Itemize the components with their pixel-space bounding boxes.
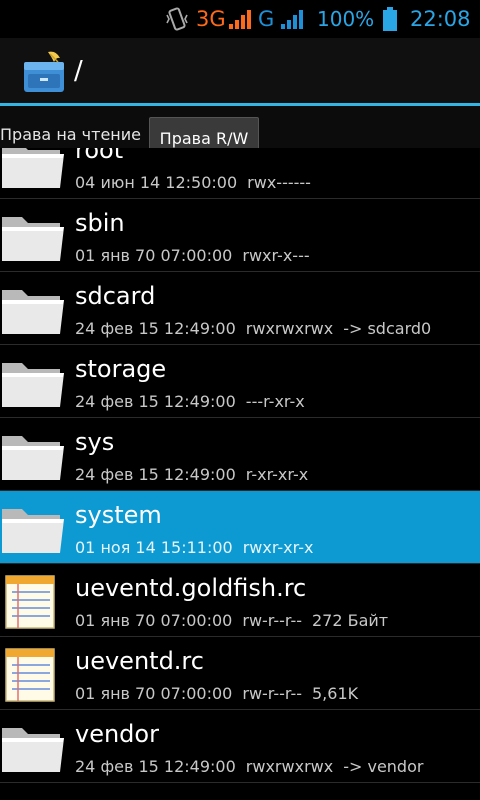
file-meta: 24 фев 15 12:49:00 r-xr-xr-x	[75, 465, 318, 484]
folder-icon	[0, 207, 66, 265]
status-bar: 3G G 100% 22:08	[0, 0, 480, 38]
file-date: 01 янв 70 07:00:00	[75, 246, 233, 265]
file-date: 01 янв 70 07:00:00	[75, 684, 233, 703]
signal-3g-icon	[228, 0, 252, 38]
text-file-icon	[0, 572, 66, 630]
file-list[interactable]: root 04 июн 14 12:50:00 rwx------ sbin 01 я…	[0, 148, 480, 800]
file-row[interactable]: ueventd.goldfish.rc 01 янв 70 07:00:00 rw-…	[0, 564, 480, 637]
file-row[interactable]: sbin 01 янв 70 07:00:00 rwxr-x---	[0, 199, 480, 272]
battery-percent: 100%	[317, 7, 375, 31]
file-meta: 24 фев 15 12:49:00 rwxrwxrwx -> vendor	[75, 757, 433, 776]
file-name: sbin	[75, 209, 125, 237]
network-3g-label: 3G	[196, 7, 226, 31]
file-name: root	[75, 148, 124, 164]
file-permissions: rwxr-xr-x	[242, 538, 314, 557]
file-permissions: rwxr-x---	[242, 246, 310, 265]
file-name: system	[75, 501, 162, 529]
network-g-label: G	[258, 7, 275, 31]
file-extra: 5,61K	[312, 684, 359, 703]
file-date: 04 июн 14 12:50:00	[75, 173, 238, 192]
folder-icon	[0, 718, 66, 776]
file-meta: 24 фев 15 12:49:00 rwxrwxrwx -> sdcard0	[75, 319, 441, 338]
file-extra: -> sdcard0	[343, 319, 432, 338]
signal-g-icon	[280, 0, 304, 38]
battery-icon	[382, 0, 398, 38]
file-row[interactable]: vendor 24 фев 15 12:49:00 rwxrwxrwx -> vend…	[0, 710, 480, 783]
file-name: vendor	[75, 720, 159, 748]
file-date: 24 фев 15 12:49:00	[75, 465, 236, 484]
clock: 22:08	[410, 7, 471, 31]
file-permissions: rwxrwxrwx	[245, 319, 334, 338]
file-row[interactable]: sdcard 24 фев 15 12:49:00 rwxrwxrwx -> sdca…	[0, 272, 480, 345]
file-permissions: r-xr-xr-x	[245, 465, 309, 484]
file-permissions: rw-r--r--	[242, 611, 302, 630]
file-row[interactable]: system 01 ноя 14 15:11:00 rwxr-xr-x	[0, 491, 480, 564]
file-extra: -> vendor	[343, 757, 424, 776]
file-date: 24 фев 15 12:49:00	[75, 392, 236, 411]
folder-icon	[0, 148, 66, 192]
folder-icon	[0, 426, 66, 484]
file-row[interactable]: root 04 июн 14 12:50:00 rwx------	[0, 148, 480, 199]
file-name: ueventd.rc	[75, 647, 204, 675]
vibrate-icon	[164, 0, 190, 38]
file-name: storage	[75, 355, 167, 383]
file-row[interactable]: ueventd.rc 01 янв 70 07:00:00 rw-r--r-- 5,6…	[0, 637, 480, 710]
file-meta: 01 янв 70 07:00:00 rwxr-x---	[75, 246, 320, 265]
file-permissions: ---r-xr-x	[245, 392, 305, 411]
read-permission-label: Права на чтение	[0, 125, 141, 144]
file-date: 01 янв 70 07:00:00	[75, 611, 233, 630]
file-date: 24 фев 15 12:49:00	[75, 319, 236, 338]
file-name: sys	[75, 428, 115, 456]
file-permissions: rw-r--r--	[242, 684, 302, 703]
file-meta: 01 ноя 14 15:11:00 rwxr-xr-x	[75, 538, 323, 557]
folder-icon	[0, 499, 66, 557]
file-meta: 01 янв 70 07:00:00 rw-r--r-- 5,61K	[75, 684, 368, 703]
file-meta: 04 июн 14 12:50:00 rwx------	[75, 173, 321, 192]
file-row[interactable]: sys 24 фев 15 12:49:00 r-xr-xr-x	[0, 418, 480, 491]
file-permissions: rwxrwxrwx	[245, 757, 334, 776]
file-name: sdcard	[75, 282, 156, 310]
file-date: 24 фев 15 12:49:00	[75, 757, 236, 776]
file-extra: 272 Байт	[312, 611, 389, 630]
file-manager-icon[interactable]	[20, 48, 68, 96]
folder-icon	[0, 353, 66, 411]
file-meta: 24 фев 15 12:49:00 ---r-xr-x	[75, 392, 315, 411]
folder-icon	[0, 280, 66, 338]
action-bar: /	[0, 38, 480, 106]
file-row[interactable]: storage 24 фев 15 12:49:00 ---r-xr-x	[0, 345, 480, 418]
file-name: ueventd.goldfish.rc	[75, 574, 307, 602]
file-permissions: rwx------	[247, 173, 311, 192]
file-date: 01 ноя 14 15:11:00	[75, 538, 233, 557]
text-file-icon	[0, 645, 66, 703]
file-meta: 01 янв 70 07:00:00 rw-r--r-- 272 Байт	[75, 611, 398, 630]
current-path: /	[74, 56, 83, 86]
